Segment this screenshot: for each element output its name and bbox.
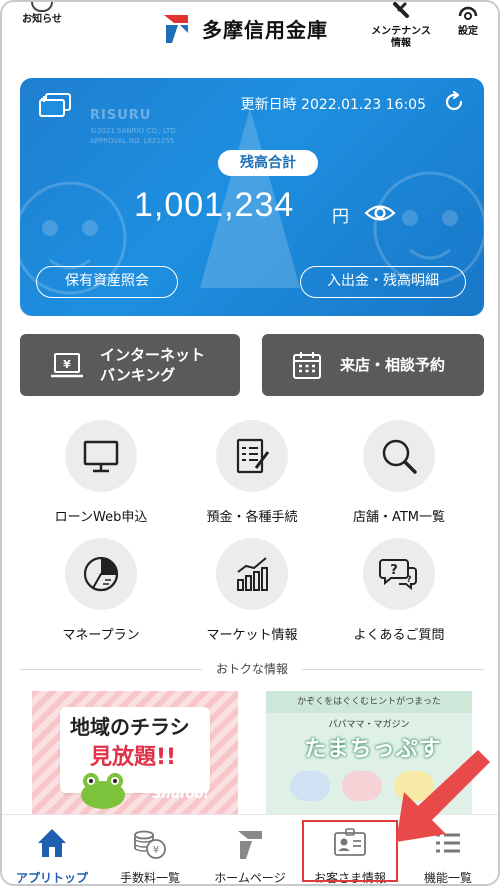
- faq-circle: ? ?: [363, 538, 435, 610]
- magnifier-icon: [382, 439, 417, 474]
- svg-text:?: ?: [406, 575, 411, 585]
- holdings-inquiry-button[interactable]: 保有資産照会: [36, 266, 178, 298]
- bank-logo: 多摩信用金庫: [162, 10, 328, 46]
- menu-deposit-procedures[interactable]: 預金・各種手続: [177, 420, 327, 525]
- banner2-subtitle: パパママ・マガジン: [328, 720, 410, 730]
- menu-branch-atm[interactable]: 店舗・ATM一覧: [324, 420, 474, 525]
- reservation-label: 来店・相談予約: [340, 356, 446, 374]
- wrench-icon: [393, 2, 409, 18]
- svg-text:?: ?: [390, 563, 398, 578]
- internet-banking-button[interactable]: ¥ インターネット バンキング: [20, 334, 240, 396]
- balance-card: RISURU ©2021 SANRIO CO., LTD. APPROVAL N…: [20, 78, 484, 316]
- money-plan-circle: [65, 538, 137, 610]
- total-balance-label: 残高合計: [218, 150, 318, 176]
- maintenance-button[interactable]: メンテナンス 情報: [366, 2, 436, 50]
- menu-label: マーケット情報: [206, 628, 298, 643]
- banner-illustration-pink: [342, 771, 382, 801]
- banner1-title: 地域のチラシ: [70, 715, 190, 739]
- frog-mascot-icon: [81, 773, 125, 809]
- calendar-icon: [293, 352, 321, 379]
- nav-label: 機能一覧: [423, 871, 472, 885]
- notifications-button[interactable]: お知らせ: [12, 2, 72, 26]
- settings-label: 設定: [458, 26, 478, 37]
- svg-text:¥: ¥: [153, 845, 159, 856]
- nav-label: 手数料一覧: [119, 871, 180, 885]
- copyright-line-1: ©2021 SANRIO CO., LTD.: [90, 127, 178, 135]
- menu-label: よくあるご質問: [353, 628, 445, 643]
- pie-chart-icon: [83, 556, 119, 592]
- banner1-brand: Shufoo!: [152, 787, 210, 802]
- deposit-circle: [216, 420, 288, 492]
- menu-faq[interactable]: ? ? よくあるご質問: [324, 538, 474, 643]
- pointer-arrow-icon: [396, 750, 490, 842]
- question-bubble-icon: ? ?: [379, 559, 417, 591]
- nav-app-top[interactable]: アプリトップ: [4, 815, 100, 885]
- internet-banking-label-1: インターネット: [100, 346, 206, 364]
- maintenance-label-2: 情報: [391, 38, 411, 49]
- menu-loan-web[interactable]: ローンWeb申込: [26, 420, 176, 525]
- eye-icon[interactable]: [364, 202, 396, 224]
- home-icon: [38, 829, 66, 857]
- nav-homepage[interactable]: ホームページ: [202, 815, 298, 885]
- deals-section-label: おトクな情報: [201, 662, 302, 676]
- menu-money-plan[interactable]: マネープラン: [26, 538, 176, 643]
- nav-label: ホームページ: [214, 871, 286, 885]
- bar-line-chart-icon: [237, 557, 268, 591]
- currency-unit: 円: [332, 207, 349, 227]
- settings-button[interactable]: 設定: [450, 2, 486, 38]
- notifications-label: お知らせ: [22, 14, 62, 25]
- customer-info-highlight: [302, 820, 398, 882]
- menu-label: マネープラン: [62, 628, 140, 643]
- card-watermark: RISURU: [90, 108, 152, 123]
- banner1-subtitle: 見放題!!: [90, 745, 177, 770]
- menu-market-info[interactable]: マーケット情報: [177, 538, 327, 643]
- refresh-icon[interactable]: [442, 90, 466, 114]
- statement-button[interactable]: 入出金・残高明細: [300, 266, 466, 298]
- deals-section-title: おトクな情報: [2, 660, 498, 677]
- nav-label: アプリトップ: [15, 871, 88, 885]
- bell-icon: [31, 2, 53, 12]
- banner-illustration-blue: [290, 771, 330, 801]
- maintenance-label-1: メンテナンス: [371, 26, 431, 37]
- menu-label: ローンWeb申込: [54, 510, 148, 525]
- copyright-line-2: APPROVAL NO. L621255: [90, 137, 175, 145]
- flyer-banner[interactable]: 地域のチラシ 見放題!! Shufoo!: [32, 691, 238, 815]
- coins-icon: ¥: [134, 830, 166, 859]
- bank-logo-mark-icon: [164, 15, 188, 43]
- bank-logo-icon: [238, 831, 262, 859]
- branch-circle: [363, 420, 435, 492]
- menu-label: 店舗・ATM一覧: [352, 510, 446, 525]
- bank-name: 多摩信用金庫: [202, 17, 328, 42]
- menu-label: 預金・各種手続: [206, 510, 298, 525]
- updated-timestamp: 更新日時 2022.01.23 16:05: [240, 97, 426, 113]
- reservation-button[interactable]: 来店・相談予約: [262, 334, 484, 396]
- laptop-yen-icon: ¥: [51, 353, 83, 378]
- internet-banking-label-2: バンキング: [100, 366, 176, 384]
- gear-icon: [458, 6, 478, 20]
- nav-fees[interactable]: ¥ 手数料一覧: [102, 815, 198, 885]
- svg-text:¥: ¥: [63, 358, 71, 371]
- balance-amount: 1,001,234: [134, 186, 295, 224]
- banner2-tagline: かぞくをはぐくむヒントがつまった: [266, 691, 472, 713]
- app-frame: お知らせ 多摩信用金庫 メンテナンス 情報 設定 RISURU ©2021 SA…: [0, 0, 500, 886]
- market-circle: [216, 538, 288, 610]
- document-form-icon: [236, 438, 270, 474]
- monitor-icon: [83, 440, 119, 473]
- accounts-switch-icon[interactable]: [38, 92, 72, 120]
- app-header: お知らせ 多摩信用金庫 メンテナンス 情報 設定: [2, 2, 498, 60]
- card-copyright: ©2021 SANRIO CO., LTD. APPROVAL NO. L621…: [90, 126, 178, 146]
- loan-circle: [65, 420, 137, 492]
